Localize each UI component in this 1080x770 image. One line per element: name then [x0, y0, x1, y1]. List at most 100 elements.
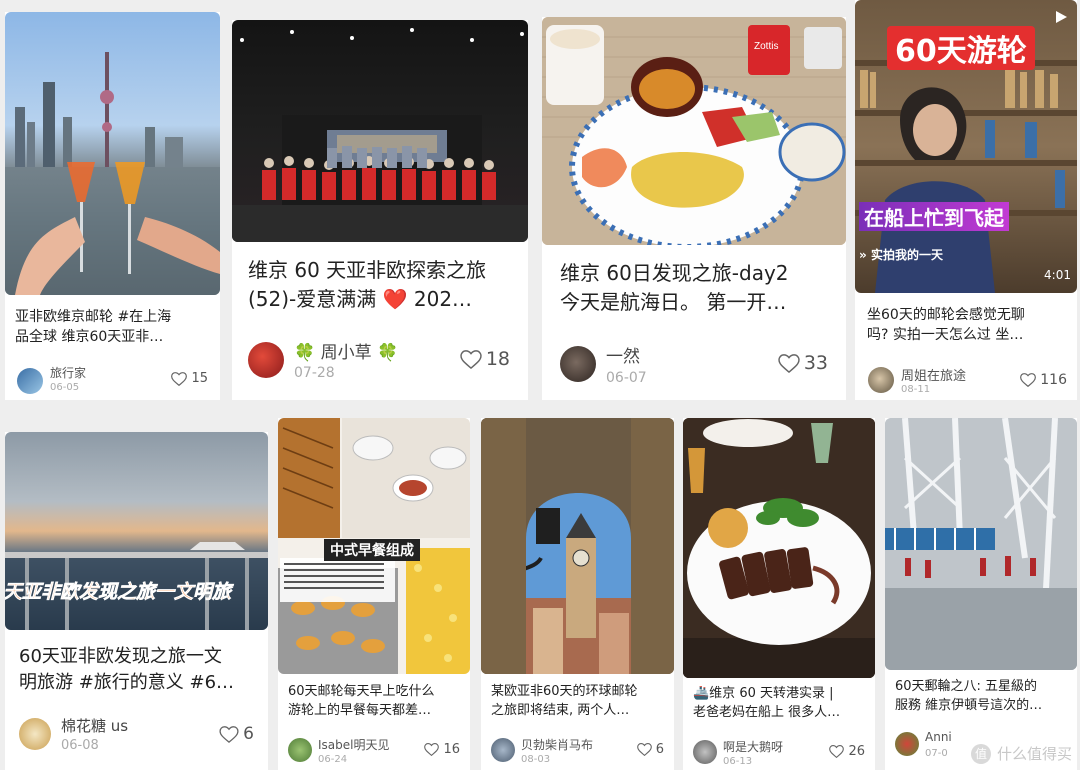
like-count: 6: [243, 724, 254, 744]
author-avatar[interactable]: [19, 718, 51, 750]
like-count: 16: [443, 742, 460, 757]
video-subtitle-overlay: 在船上忙到飞起: [859, 202, 1009, 231]
heart-icon: [424, 743, 440, 756]
card-4-title[interactable]: 坐60天的邮轮会感觉无聊 吗? 实拍一天怎么过 坐…: [867, 305, 1077, 346]
card-6-title[interactable]: 60天邮轮每天早上吃什么 游轮上的早餐每天都差…: [288, 683, 470, 721]
post-date: 07-0: [925, 748, 948, 759]
feed-card-7[interactable]: 某欧亚非60天的环球邮轮 之旅即将结束, 两个人… 贝勃柴肖马布 08-03 6: [481, 418, 674, 770]
video-tag-overlay: » 实拍我的一天: [859, 246, 943, 263]
feed-card-2[interactable]: 维京 60 天亚非欧探索之旅 (52)-爱意满满 ❤️ 202… 🍀 周小草 🍀…: [232, 20, 528, 400]
post-date: 06-24: [318, 754, 348, 765]
like-button[interactable]: 26: [829, 744, 865, 759]
post-date: 06-05: [50, 382, 80, 393]
heart-icon: [778, 353, 800, 373]
watermark-text: 什么值得买: [996, 745, 1072, 763]
video-duration: 4:01: [1044, 268, 1071, 282]
card-8-photo[interactable]: [683, 418, 875, 678]
card-6-meta: Isabel明天见 06-24 16: [278, 736, 470, 766]
card-3-photo[interactable]: Zottis: [542, 17, 846, 245]
card-4-meta: 周姐在旅途 08-11 116: [855, 365, 1077, 395]
card-1-title[interactable]: 亚非欧维京邮轮 #在上海 品全球 维京60天亚非…: [15, 307, 215, 348]
card-2-meta: 🍀 周小草 🍀 07-28 18: [232, 338, 528, 382]
like-button[interactable]: 6: [636, 742, 664, 757]
card-5-title[interactable]: 60天亚非欧发现之旅一文 明旅游 #旅行的意义 #6…: [19, 644, 264, 696]
feed-card-6[interactable]: 中式早餐组成 60天邮轮每天早上吃什么 游轮上的早餐每天都差… Isabel明天…: [278, 418, 470, 770]
author-name[interactable]: 棉花糖 us: [61, 715, 128, 736]
card-7-meta: 贝勃柴肖马布 08-03 6: [481, 736, 674, 766]
author-avatar[interactable]: [560, 346, 596, 382]
card-3-title[interactable]: 维京 60日发现之旅-day2 今天是航海日。 第一开…: [560, 259, 840, 317]
like-button[interactable]: 15: [171, 371, 208, 386]
video-title-overlay: 60天游轮: [887, 26, 1035, 70]
product-brand-label: Zottis: [754, 41, 778, 52]
card-7-photo[interactable]: [481, 418, 674, 674]
author-name[interactable]: 贝勃柴肖马布: [521, 736, 593, 753]
card-7-title[interactable]: 某欧亚非60天的环球邮轮 之旅即将结束, 两个人…: [491, 683, 674, 721]
post-date: 08-11: [901, 384, 931, 395]
feed-card-3[interactable]: Zottis 维京 60日发现之旅-day2 今天是航海日。 第一开… 一然 0…: [542, 17, 846, 400]
author-avatar[interactable]: [248, 342, 284, 378]
card-2-photo[interactable]: [232, 20, 528, 242]
heart-icon: [171, 371, 188, 386]
author-avatar[interactable]: [17, 368, 43, 394]
card-5-photo[interactable]: 天亚非欧发现之旅一文明旅: [5, 432, 268, 630]
feed-card-1[interactable]: 亚非欧维京邮轮 #在上海 品全球 维京60天亚非… 旅行家 06-05 15: [5, 12, 220, 400]
feed-card-4[interactable]: 60天游轮 在船上忙到飞起 » 实拍我的一天 4:01 坐60天的邮轮会感觉无聊…: [855, 0, 1077, 400]
card-8-meta: 啊是大鹅呀 06-13 26: [683, 738, 875, 768]
post-date: 06-13: [723, 756, 753, 767]
breakfast-plate-illustration: Zottis: [542, 17, 846, 245]
feed-card-8[interactable]: 🚢维京 60 天转港实录 | 老爸老妈在船上 很多人… 啊是大鹅呀 06-13 …: [683, 418, 875, 770]
old-town-arch-illustration: [481, 418, 674, 674]
author-avatar[interactable]: [491, 738, 515, 762]
card-9-photo[interactable]: [885, 418, 1077, 670]
card-4-video-cover[interactable]: 60天游轮 在船上忙到飞起 » 实拍我的一天 4:01: [855, 0, 1077, 293]
card-6-photo[interactable]: 中式早餐组成: [278, 418, 470, 674]
author-avatar[interactable]: [693, 740, 717, 764]
author-name[interactable]: 旅行家: [50, 364, 86, 381]
like-count: 26: [848, 744, 865, 759]
site-watermark: 值 什么值得买: [970, 743, 1072, 764]
post-date: 06-08: [61, 738, 99, 753]
image-caption-band: 天亚非欧发现之旅一文明旅: [5, 581, 232, 604]
feed-card-5[interactable]: 天亚非欧发现之旅一文明旅 60天亚非欧发现之旅一文 明旅游 #旅行的意义 #6……: [5, 432, 268, 770]
like-count: 116: [1040, 372, 1067, 388]
watermark-badge-icon: 值: [970, 743, 991, 764]
author-name[interactable]: 啊是大鹅呀: [723, 738, 783, 755]
play-arrow-icon: »: [859, 248, 867, 262]
like-count: 18: [485, 348, 510, 370]
heart-icon: [1020, 373, 1037, 387]
card-5-meta: 棉花糖 us 06-08 6: [5, 715, 268, 755]
card-1-photo[interactable]: [5, 12, 220, 295]
author-avatar[interactable]: [288, 738, 312, 762]
like-count: 33: [803, 352, 828, 374]
video-tag-text: 实拍我的一天: [870, 248, 943, 262]
author-name[interactable]: 一然: [606, 342, 640, 367]
author-avatar[interactable]: [868, 367, 894, 393]
author-name[interactable]: Anni: [925, 730, 952, 744]
heart-icon: [636, 743, 652, 756]
card-2-title[interactable]: 维京 60 天亚非欧探索之旅 (52)-爱意满满 ❤️ 202…: [248, 256, 520, 314]
like-button[interactable]: 116: [1020, 372, 1067, 388]
like-button[interactable]: 33: [778, 352, 828, 374]
like-button[interactable]: 6: [219, 724, 254, 744]
stage-crew-illustration: [232, 28, 528, 242]
author-name[interactable]: Isabel明天见: [318, 736, 389, 753]
like-count: 15: [191, 371, 208, 386]
author-name[interactable]: 周姐在旅途: [901, 365, 966, 384]
post-date: 06-07: [606, 370, 647, 386]
video-play-icon: [1056, 11, 1067, 23]
like-button[interactable]: 16: [424, 742, 460, 757]
card-8-title[interactable]: 🚢维京 60 天转港实录 | 老爸老妈在船上 很多人…: [693, 685, 875, 723]
post-date: 08-03: [521, 754, 551, 765]
card-3-meta: 一然 06-07 33: [542, 342, 846, 386]
gangway-illustration: [885, 418, 1077, 670]
author-name[interactable]: 🍀 周小草 🍀: [294, 338, 398, 363]
feed-card-9[interactable]: 60天郵輪之八: 五星級的 服務 維京伊頓号這次的… Anni 07-0: [885, 418, 1077, 770]
image-label: 中式早餐组成: [324, 539, 420, 561]
heart-icon: [829, 745, 845, 758]
card-9-title[interactable]: 60天郵輪之八: 五星級的 服務 維京伊頓号這次的…: [895, 678, 1077, 716]
like-button[interactable]: 18: [460, 348, 510, 370]
author-avatar[interactable]: [895, 732, 919, 756]
like-count: 6: [655, 742, 664, 757]
heart-icon: [219, 725, 239, 743]
